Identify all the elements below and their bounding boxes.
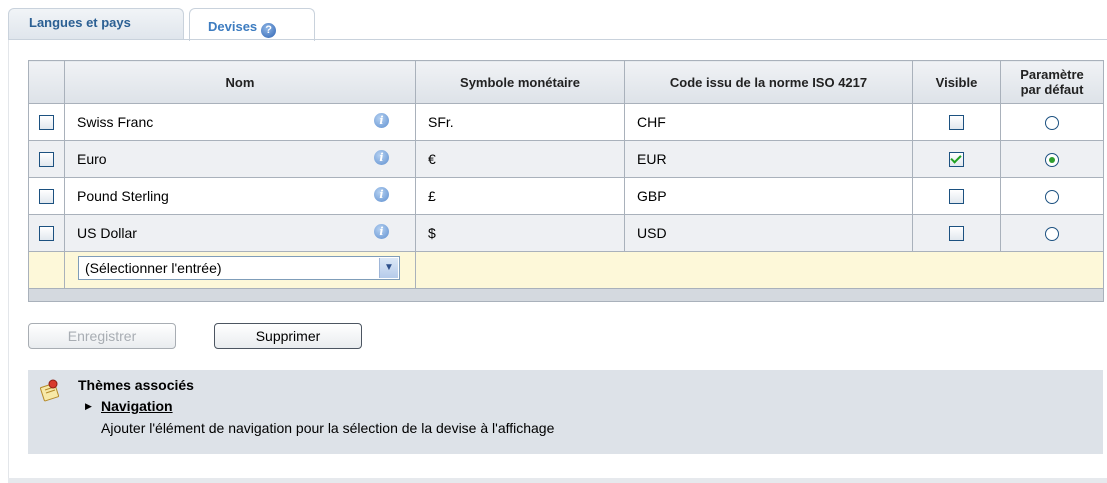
row-select-cell <box>28 103 65 141</box>
default-radio[interactable] <box>1045 116 1059 131</box>
column-header-name[interactable]: Nom <box>64 60 416 104</box>
name-cell: US Dollar i <box>64 214 416 252</box>
table-footer <box>28 288 1104 302</box>
row-select-cell <box>28 140 65 178</box>
table-row: Pound Sterling i £ GBP <box>28 177 1104 215</box>
new-currency-select[interactable]: (Sélectionner l'entrée) ▼ <box>78 256 400 280</box>
navigation-link[interactable]: Navigation <box>101 398 173 414</box>
visible-cell <box>912 103 1001 141</box>
table-footer-row <box>28 288 1104 302</box>
tab-currencies-label: Devises <box>208 19 258 34</box>
visible-cell <box>912 214 1001 252</box>
currency-name: Euro <box>77 151 107 167</box>
help-icon[interactable]: ? <box>261 23 277 38</box>
column-header-symbol[interactable]: Symbole monétaire <box>415 60 625 104</box>
row-select-cell <box>28 214 65 252</box>
symbol-cell: £ <box>415 177 625 215</box>
new-currency-select-value: (Sélectionner l'entrée) <box>85 260 222 276</box>
visible-cell <box>912 140 1001 178</box>
symbol-cell: $ <box>415 214 625 252</box>
visible-cell <box>912 177 1001 215</box>
notepad-icon <box>38 378 60 402</box>
default-radio[interactable] <box>1045 190 1059 205</box>
navigation-description: Ajouter l'élément de navigation pour la … <box>101 420 555 436</box>
info-icon[interactable]: i <box>374 113 389 128</box>
code-cell: USD <box>624 214 913 252</box>
symbol-cell: SFr. <box>415 103 625 141</box>
table-row: US Dollar i $ USD <box>28 214 1104 252</box>
select-column-header <box>28 60 65 104</box>
default-radio[interactable] <box>1045 153 1059 168</box>
default-cell <box>1000 177 1104 215</box>
name-cell: Euro i <box>64 140 416 178</box>
code-cell: EUR <box>624 140 913 178</box>
code-cell: GBP <box>624 177 913 215</box>
visible-checkbox[interactable] <box>949 189 964 205</box>
bottom-divider <box>8 478 1107 483</box>
symbol-cell: € <box>415 140 625 178</box>
related-topics-panel: Thèmes associés ▶ Navigation Ajouter l'é… <box>28 370 1103 454</box>
triangle-right-icon: ▶ <box>85 401 92 411</box>
new-entry-spacer <box>28 251 65 289</box>
row-select-cell <box>28 177 65 215</box>
currency-name: Swiss Franc <box>77 114 154 130</box>
chevron-down-icon[interactable]: ▼ <box>379 258 398 278</box>
row-select-checkbox[interactable] <box>39 115 54 131</box>
default-header-line1: Paramètre <box>1020 67 1084 82</box>
default-cell <box>1000 214 1104 252</box>
tab-languages-countries[interactable]: Langues et pays <box>8 8 184 40</box>
default-radio[interactable] <box>1045 227 1059 242</box>
column-header-default[interactable]: Paramètre par défaut <box>1000 60 1104 104</box>
related-topics-title: Thèmes associés <box>78 377 194 393</box>
default-header-line2: par défaut <box>1020 82 1084 97</box>
tab-languages-label: Langues et pays <box>29 15 131 30</box>
visible-checkbox[interactable] <box>949 226 964 242</box>
new-entry-fill <box>415 251 1104 289</box>
name-cell: Swiss Franc i <box>64 103 416 141</box>
row-select-checkbox[interactable] <box>39 189 54 205</box>
currency-name: Pound Sterling <box>77 188 169 204</box>
visible-checkbox[interactable] <box>949 115 964 131</box>
column-header-code[interactable]: Code issu de la norme ISO 4217 <box>624 60 913 104</box>
tab-currencies[interactable]: Devises? <box>189 8 315 41</box>
currency-name: US Dollar <box>77 225 137 241</box>
row-select-checkbox[interactable] <box>39 226 54 242</box>
default-cell <box>1000 140 1104 178</box>
table-header-row: Nom Symbole monétaire Code issu de la no… <box>28 60 1104 104</box>
info-icon[interactable]: i <box>374 187 389 202</box>
table-row: Euro i € EUR <box>28 140 1104 178</box>
name-cell: Pound Sterling i <box>64 177 416 215</box>
table-row: Swiss Franc i SFr. CHF <box>28 103 1104 141</box>
visible-checkbox[interactable] <box>949 152 964 168</box>
delete-button[interactable]: Supprimer <box>214 323 362 349</box>
row-select-checkbox[interactable] <box>39 152 54 168</box>
info-icon[interactable]: i <box>374 224 389 239</box>
save-button[interactable]: Enregistrer <box>28 323 176 349</box>
column-header-visible[interactable]: Visible <box>912 60 1001 104</box>
info-icon[interactable]: i <box>374 150 389 165</box>
default-cell <box>1000 103 1104 141</box>
code-cell: CHF <box>624 103 913 141</box>
